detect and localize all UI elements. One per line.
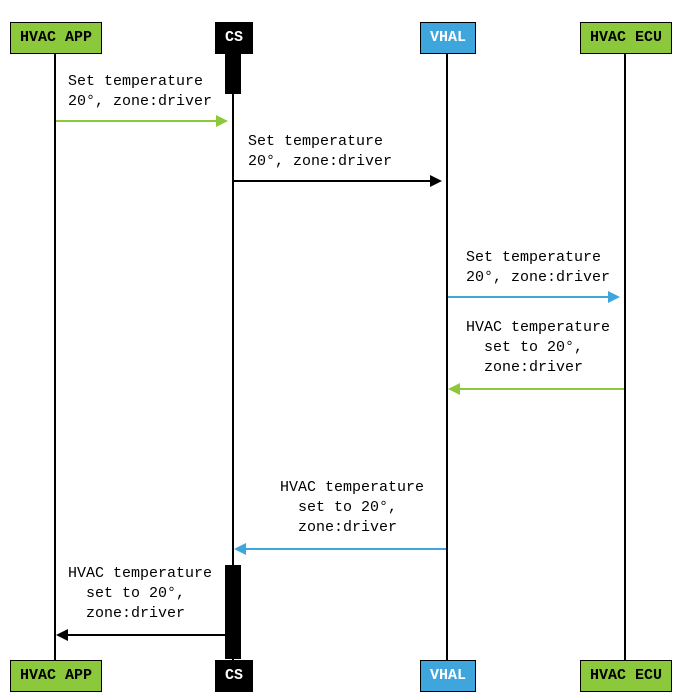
arrow-head-vhal-to-ecu <box>608 291 620 303</box>
arrow-head-app-to-cs <box>216 115 228 127</box>
actor-cs-bottom: CS <box>215 660 253 692</box>
activation-cs-top <box>225 54 241 94</box>
msg-label-set-temp-vhal-to-ecu: Set temperature 20°, zone:driver <box>466 248 610 288</box>
actor-hvac-app-bottom: HVAC APP <box>10 660 102 692</box>
actor-cs-top: CS <box>215 22 253 54</box>
actor-hvac-ecu-bottom: HVAC ECU <box>580 660 672 692</box>
msg-label-ack-cs-to-app: HVAC temperature set to 20°, zone:driver <box>68 564 212 624</box>
arrow-head-cs-to-app <box>56 629 68 641</box>
arrow-head-ecu-to-vhal <box>448 383 460 395</box>
actor-hvac-app-top: HVAC APP <box>10 22 102 54</box>
lifeline-vhal <box>446 54 448 660</box>
activation-cs-bottom <box>225 565 241 659</box>
msg-label-set-temp-app-to-cs: Set temperature 20°, zone:driver <box>68 72 212 112</box>
actor-vhal-top: VHAL <box>420 22 476 54</box>
arrow-cs-to-app <box>68 634 228 636</box>
msg-label-ack-ecu-to-vhal: HVAC temperature set to 20°, zone:driver <box>466 318 610 378</box>
arrow-ecu-to-vhal <box>460 388 624 390</box>
msg-label-ack-vhal-to-cs: HVAC temperature set to 20°, zone:driver <box>280 478 424 538</box>
arrow-app-to-cs <box>56 120 224 122</box>
arrow-cs-to-vhal <box>234 180 438 182</box>
arrow-vhal-to-cs <box>246 548 446 550</box>
actor-hvac-ecu-top: HVAC ECU <box>580 22 672 54</box>
lifeline-hvac-app <box>54 54 56 660</box>
lifeline-hvac-ecu <box>624 54 626 660</box>
actor-vhal-bottom: VHAL <box>420 660 476 692</box>
arrow-head-vhal-to-cs <box>234 543 246 555</box>
msg-label-set-temp-cs-to-vhal: Set temperature 20°, zone:driver <box>248 132 392 172</box>
arrow-head-cs-to-vhal <box>430 175 442 187</box>
arrow-vhal-to-ecu <box>448 296 616 298</box>
